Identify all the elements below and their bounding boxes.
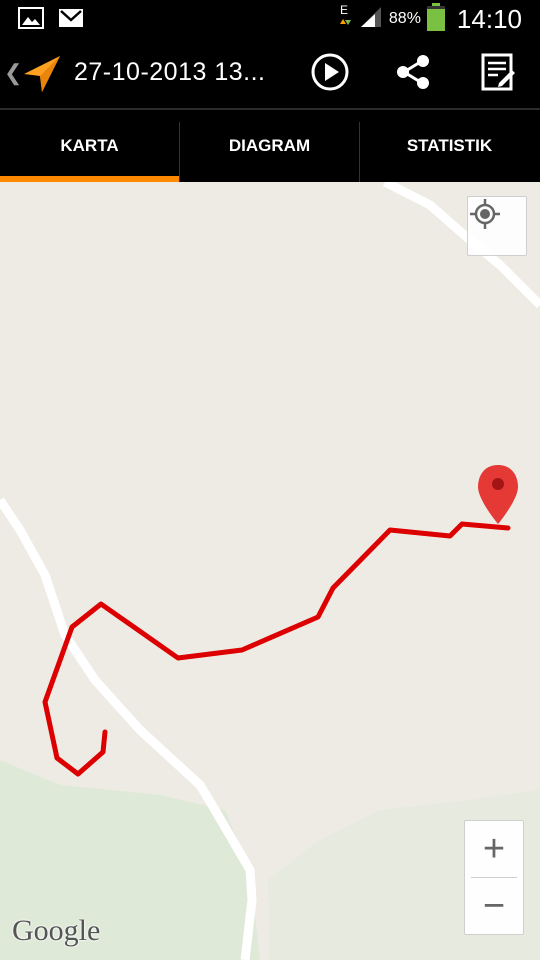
play-icon — [310, 52, 350, 97]
signal-strength-icon — [359, 6, 383, 33]
battery-icon — [426, 2, 445, 36]
svg-text:E: E — [340, 3, 348, 17]
tab-diagram[interactable]: DIAGRAM — [180, 110, 359, 182]
gallery-icon — [18, 7, 44, 34]
edit-note-icon — [478, 52, 518, 97]
share-button[interactable] — [392, 52, 436, 96]
gps-track — [42, 521, 511, 777]
page-title: 27-10-2013 13... — [74, 58, 266, 86]
google-logo: Google — [12, 914, 101, 947]
tab-bar: KARTA DIAGRAM STATISTIK — [0, 110, 540, 182]
tab-statistik[interactable]: STATISTIK — [360, 110, 539, 182]
map-view[interactable]: + − Google — [0, 182, 540, 960]
zoom-in-button[interactable]: + — [465, 821, 523, 877]
tab-karta[interactable]: KARTA — [0, 110, 179, 182]
action-bar: ❮ 27-10-2013 13... — [0, 38, 540, 110]
battery-percent: 88% — [388, 10, 421, 27]
my-location-button[interactable] — [467, 196, 527, 256]
gmail-icon — [58, 7, 84, 34]
status-bar: E 88% 14:10 — [0, 0, 540, 38]
edit-note-button[interactable] — [476, 52, 520, 96]
location-pin-icon — [478, 465, 518, 524]
navigation-arrow-icon[interactable] — [22, 54, 62, 99]
share-icon — [394, 52, 434, 97]
tab-label: KARTA — [60, 136, 119, 155]
zoom-controls: + − — [464, 820, 524, 935]
zoom-out-button[interactable]: − — [465, 878, 523, 934]
clock: 14:10 — [456, 3, 522, 34]
tab-label: DIAGRAM — [228, 136, 311, 155]
tab-label: STATISTIK — [406, 136, 493, 155]
network-data-icon: E — [337, 2, 353, 37]
play-button[interactable] — [308, 52, 352, 96]
chevron-left-icon[interactable]: ❮ — [4, 60, 22, 86]
